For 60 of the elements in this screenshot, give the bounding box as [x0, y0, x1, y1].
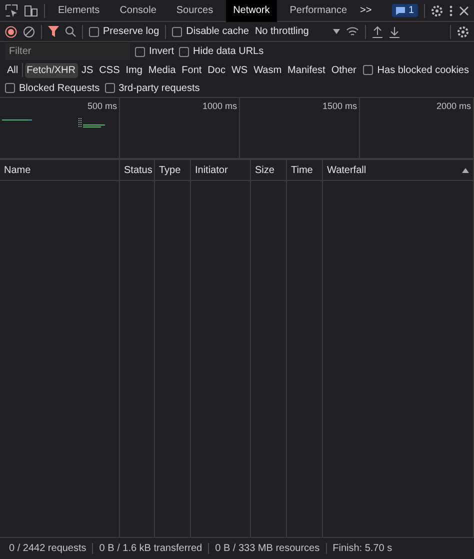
preserve-log-label: Preserve log [103, 26, 160, 37]
blocked-requests-label: Blocked Requests [19, 82, 100, 94]
type-filter[interactable]: WS [229, 62, 250, 78]
panel-tab[interactable]: Network [226, 0, 277, 22]
third-party-label: 3rd-party requests [118, 82, 200, 94]
type-filter[interactable]: Doc [206, 62, 228, 78]
sort-arrow-icon[interactable] [462, 168, 469, 172]
type-filter[interactable]: Wasm [252, 62, 284, 78]
issues-badge[interactable]: 1 [392, 4, 418, 17]
column-header[interactable]: Waterfall [327, 164, 366, 176]
filter-icon[interactable] [48, 26, 59, 37]
close-icon[interactable] [459, 6, 469, 16]
status-text: 0 / 2442 requests [3, 543, 94, 554]
more-tabs[interactable]: >> [360, 5, 372, 16]
record-icon[interactable] [5, 26, 17, 38]
device-icon[interactable] [24, 4, 38, 17]
disable-cache-label: Disable cache [186, 26, 249, 37]
inspect-icon[interactable] [5, 4, 18, 17]
type-filter[interactable]: Font [180, 62, 204, 78]
panel-tab[interactable]: Elements [51, 0, 107, 22]
type-filter[interactable]: Img [124, 62, 144, 78]
checkbox[interactable] [179, 46, 190, 56]
type-filter[interactable]: All [5, 62, 20, 78]
type-filter[interactable]: Media [146, 62, 178, 78]
invert-label: Invert [149, 46, 174, 57]
time-tick: 1500 ms [322, 101, 357, 111]
type-filter[interactable]: CSS [97, 62, 122, 78]
time-tick: 1000 ms [202, 101, 237, 111]
type-filter[interactable]: Manifest [286, 62, 328, 78]
settings-icon[interactable] [431, 4, 443, 16]
filter-field[interactable]: Filter [5, 43, 130, 60]
hide-data-urls-label: Hide data URLs [193, 46, 264, 57]
type-filter[interactable]: JS [80, 62, 96, 78]
checkbox[interactable] [172, 26, 182, 36]
throttling-dropdown[interactable]: No throttling [254, 26, 309, 37]
settings-icon[interactable] [457, 26, 469, 38]
checkbox[interactable] [5, 83, 15, 93]
status-text: Finish: 5.70 s [332, 543, 394, 554]
checkbox[interactable] [89, 26, 99, 36]
time-tick: 2000 ms [436, 101, 471, 111]
checkbox[interactable] [363, 65, 374, 75]
panel-tab[interactable]: Console [112, 0, 164, 22]
type-filter[interactable]: Fetch/XHR [24, 62, 78, 78]
more-icon[interactable] [449, 4, 453, 16]
panel-tab[interactable]: Performance [282, 0, 354, 22]
time-tick: 500 ms [87, 101, 117, 111]
download-icon[interactable] [388, 26, 400, 38]
panel-tab[interactable]: Sources [169, 0, 220, 22]
wifi-icon[interactable] [346, 26, 359, 37]
clear-icon[interactable] [23, 26, 35, 38]
column-header[interactable]: Name [4, 164, 31, 176]
search-icon[interactable] [65, 26, 76, 37]
status-text: 0 B / 333 MB resources [209, 543, 327, 554]
has-blocked-cookies-label: Has blocked cookies [377, 64, 469, 76]
dropdown-caret-icon[interactable] [332, 29, 340, 34]
upload-icon[interactable] [372, 26, 383, 38]
checkbox[interactable] [135, 46, 145, 56]
status-text: 0 B / 1.6 kB transferred [93, 543, 210, 554]
checkbox[interactable] [104, 83, 115, 93]
type-filter[interactable]: Other [329, 62, 358, 78]
